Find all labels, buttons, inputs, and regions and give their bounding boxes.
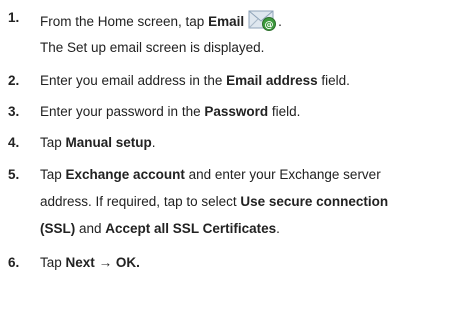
step-text-end: . xyxy=(276,221,280,236)
step-text-prefix: Tap xyxy=(40,167,66,182)
password-label: Password xyxy=(204,104,269,119)
email-label: Email xyxy=(208,14,245,29)
step-number: 1. xyxy=(8,10,20,25)
svg-text:@: @ xyxy=(265,21,274,31)
accept-ssl-certificates-label: Accept all SSL Certificates xyxy=(105,221,277,236)
step-text-prefix: Tap xyxy=(40,135,66,150)
step-number: 6. xyxy=(8,255,20,270)
step-text-suffix: field. xyxy=(268,104,301,119)
ok-label: OK. xyxy=(115,255,140,270)
step-text-rest: and enter your Exchange server xyxy=(184,167,381,182)
step-number: 4. xyxy=(8,135,20,150)
step-text: Enter you email address in the Email add… xyxy=(40,72,462,90)
step-text-prefix: Enter you email address in the xyxy=(40,73,227,88)
step-text: From the Home screen, tap Email @ . xyxy=(40,9,462,31)
step-text: Tap Manual setup. xyxy=(40,134,462,152)
step-text: Enter your password in the Password fiel… xyxy=(40,103,462,121)
step-number: 2. xyxy=(8,73,20,88)
step-text-prefix: address. If required, tap to select xyxy=(40,194,241,209)
step-text-mid: and xyxy=(75,221,106,236)
manual-setup-label: Manual setup xyxy=(65,135,152,150)
email-app-icon: @ xyxy=(248,9,278,31)
instruction-document: 1. From the Home screen, tap Email @ . T… xyxy=(0,0,466,311)
next-label: Next xyxy=(65,255,95,270)
email-address-label: Email address xyxy=(226,73,318,88)
step-text-prefix: From the Home screen, tap xyxy=(40,14,209,29)
step-5-line-2: address. If required, tap to select Use … xyxy=(40,193,460,211)
exchange-account-label: Exchange account xyxy=(65,167,185,182)
step-text-prefix: Tap xyxy=(40,255,66,270)
step-text-suffix: . xyxy=(151,135,156,150)
step-number: 3. xyxy=(8,104,20,119)
step-text-suffix: field. xyxy=(317,73,350,88)
ssl-label: (SSL) xyxy=(40,221,76,236)
arrow-right-icon: → xyxy=(98,255,113,270)
step-5-line-3: (SSL) and Accept all SSL Certificates. xyxy=(40,220,460,238)
step-text-prefix: Enter your password in the xyxy=(40,104,205,119)
step-text: Tap Next → OK. xyxy=(40,254,462,272)
secure-connection-label: Use secure connection xyxy=(240,194,389,209)
step-1-note: The Set up email screen is displayed. xyxy=(40,40,265,55)
step-text-line-1: Tap Exchange account and enter your Exch… xyxy=(40,166,462,184)
step-number: 5. xyxy=(8,167,20,182)
